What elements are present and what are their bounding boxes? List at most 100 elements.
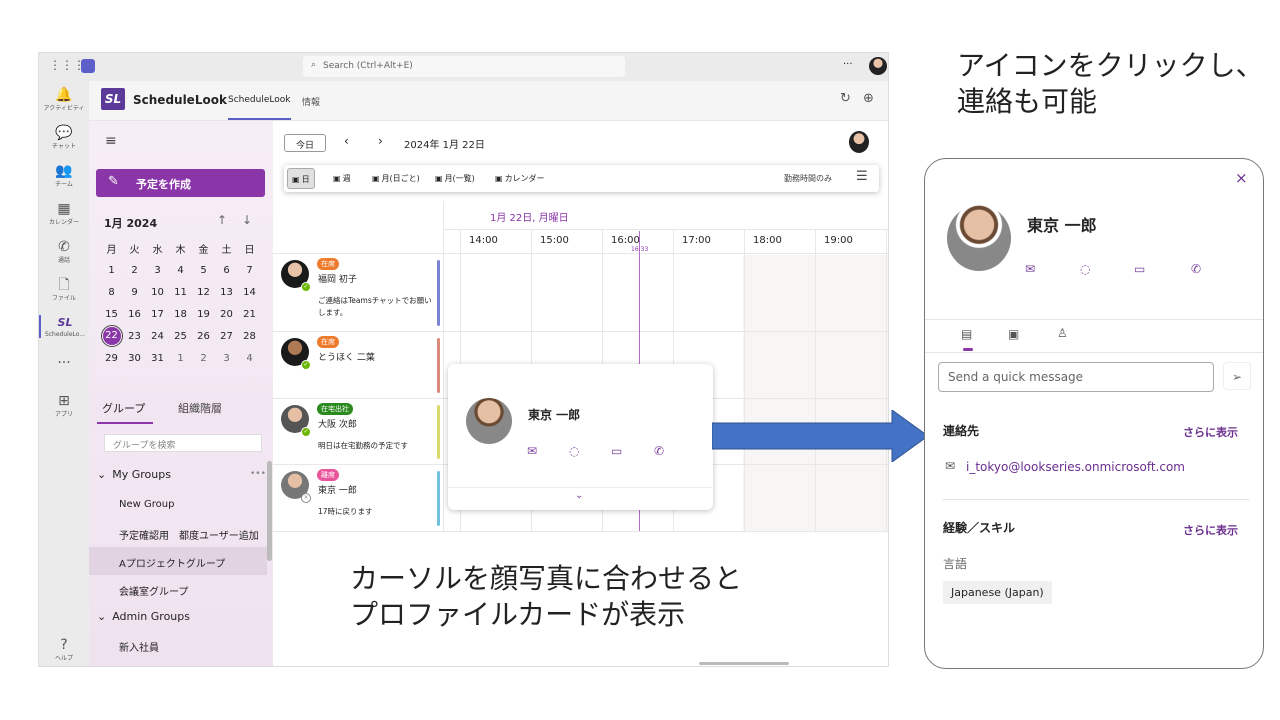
- group-item[interactable]: 新入社員: [89, 631, 267, 659]
- close-icon[interactable]: ×: [1235, 169, 1248, 187]
- calendar-day[interactable]: 3: [215, 347, 238, 369]
- globe-icon[interactable]: ⊕: [863, 91, 874, 106]
- contact-more-link[interactable]: さらに表示: [1183, 424, 1238, 440]
- calendar-day[interactable]: 31: [146, 347, 169, 369]
- view-4[interactable]: ▣ カレンダー: [491, 168, 549, 189]
- phone-icon[interactable]: ✆: [654, 444, 664, 458]
- next-icon[interactable]: ›: [378, 134, 383, 148]
- group-more-icon[interactable]: •••: [250, 469, 266, 479]
- group-search-input[interactable]: グループを検索: [104, 434, 262, 452]
- work-hours-toggle[interactable]: 勤務時間のみ: [784, 173, 832, 184]
- calendar-day[interactable]: 9: [123, 281, 146, 303]
- view-3[interactable]: ▣ 月(一覧): [431, 168, 479, 189]
- chevron-down-icon[interactable]: ⌄: [575, 490, 583, 501]
- view-2[interactable]: ▣ 月(日ごと): [368, 168, 424, 189]
- send-icon[interactable]: ➢: [1223, 362, 1251, 390]
- mail-icon[interactable]: ✉: [527, 444, 537, 458]
- arrow-down-icon[interactable]: ↓: [242, 213, 252, 227]
- calendar-day[interactable]: 10: [146, 281, 169, 303]
- user-avatar[interactable]: [849, 131, 869, 153]
- rail-item-help[interactable]: ? ヘルプ: [39, 637, 89, 662]
- tab-org[interactable]: 組織階層: [178, 400, 222, 416]
- calendar-day[interactable]: 7: [238, 259, 261, 281]
- arrow-up-icon[interactable]: ↑: [217, 213, 227, 227]
- calendar-day[interactable]: 5: [192, 259, 215, 281]
- chat-icon[interactable]: ◌: [1080, 262, 1090, 276]
- calendar-day[interactable]: 25: [169, 325, 192, 347]
- contact-tab-icon[interactable]: ▣: [1008, 327, 1019, 341]
- mail-icon[interactable]: ✉: [1025, 262, 1035, 276]
- prev-icon[interactable]: ‹: [344, 134, 349, 148]
- calendar-day[interactable]: 17: [146, 303, 169, 325]
- video-icon[interactable]: ▭: [611, 444, 622, 458]
- profile-photo[interactable]: [466, 398, 512, 444]
- tab-schedulelook[interactable]: ScheduleLook: [228, 95, 290, 105]
- user-avatar[interactable]: [869, 57, 887, 75]
- calendar-day[interactable]: 8: [100, 281, 123, 303]
- search-input[interactable]: ⌕ Search (Ctrl+Alt+E): [303, 56, 625, 77]
- rail-item[interactable]: SL ScheduleLo...: [39, 315, 89, 338]
- scrollbar[interactable]: [267, 461, 272, 561]
- calendar-day[interactable]: 2: [123, 259, 146, 281]
- rail-item[interactable]: 🔔 アクティビティ: [39, 87, 89, 112]
- calendar-day[interactable]: 18: [169, 303, 192, 325]
- calendar-day[interactable]: 4: [238, 347, 261, 369]
- skills-more-link[interactable]: さらに表示: [1183, 522, 1238, 538]
- rail-item[interactable]: 💬 チャット: [39, 125, 89, 150]
- calendar-day[interactable]: 11: [169, 281, 192, 303]
- tab-info[interactable]: 情報: [302, 95, 320, 108]
- group-header[interactable]: ⌄ My Groups: [89, 461, 267, 489]
- calendar-day[interactable]: 21: [238, 303, 261, 325]
- today-button[interactable]: 今日: [284, 134, 326, 152]
- rail-item[interactable]: 👥 チーム: [39, 163, 89, 188]
- more-icon[interactable]: ···: [843, 59, 853, 70]
- rail-item[interactable]: ···: [39, 355, 89, 371]
- overview-tab-icon[interactable]: ▤: [961, 327, 972, 341]
- view-1[interactable]: ▣ 週: [329, 168, 355, 189]
- calendar-day[interactable]: 14: [238, 281, 261, 303]
- group-header[interactable]: ⌄ Admin Groups: [89, 603, 267, 631]
- calendar-day[interactable]: 30: [123, 347, 146, 369]
- calendar-day[interactable]: 22: [100, 325, 123, 347]
- refresh-icon[interactable]: ↻: [840, 91, 851, 106]
- app-launcher-icon[interactable]: ⋮⋮⋮: [49, 58, 85, 72]
- calendar-day[interactable]: 28: [238, 325, 261, 347]
- rail-item[interactable]: ✆ 通話: [39, 239, 89, 264]
- calendar-day[interactable]: 4: [169, 259, 192, 281]
- phone-icon[interactable]: ✆: [1191, 262, 1201, 276]
- quick-message-input[interactable]: Send a quick message: [938, 362, 1214, 392]
- calendar-day[interactable]: 13: [215, 281, 238, 303]
- rail-item[interactable]: ⊞ アプリ: [39, 393, 89, 418]
- rail-item[interactable]: 🗋 ファイル: [39, 277, 89, 302]
- calendar-day[interactable]: 29: [100, 347, 123, 369]
- filter-icon[interactable]: ☰: [856, 169, 868, 184]
- calendar-day[interactable]: 24: [146, 325, 169, 347]
- calendar-day[interactable]: 6: [215, 259, 238, 281]
- calendar-day[interactable]: 12: [192, 281, 215, 303]
- calendar-day[interactable]: 20: [215, 303, 238, 325]
- rail-item[interactable]: ▦ カレンダー: [39, 201, 89, 226]
- calendar-day[interactable]: 26: [192, 325, 215, 347]
- group-item[interactable]: 会議室グループ: [89, 575, 267, 603]
- calendar-day[interactable]: 15: [100, 303, 123, 325]
- calendar-day[interactable]: 3: [146, 259, 169, 281]
- tab-groups[interactable]: グループ: [102, 400, 145, 416]
- chat-icon[interactable]: ◌: [569, 444, 579, 458]
- create-event-button[interactable]: ✎ 予定を作成: [96, 169, 265, 197]
- hamburger-icon[interactable]: ≡: [105, 133, 117, 149]
- person-tab-icon[interactable]: ♙: [1057, 326, 1068, 340]
- calendar-day[interactable]: 19: [192, 303, 215, 325]
- calendar-day[interactable]: 16: [123, 303, 146, 325]
- view-0[interactable]: ▣ 日: [287, 168, 315, 189]
- calendar-day[interactable]: 1: [169, 347, 192, 369]
- calendar-day[interactable]: 27: [215, 325, 238, 347]
- calendar-day[interactable]: 1: [100, 259, 123, 281]
- email-link[interactable]: i_tokyo@lookseries.onmicrosoft.com: [966, 460, 1185, 474]
- video-icon[interactable]: ▭: [1134, 262, 1145, 276]
- group-item[interactable]: New Group: [89, 491, 267, 519]
- group-item[interactable]: Aプロジェクトグループ: [89, 547, 267, 575]
- calendar-day[interactable]: 23: [123, 325, 146, 347]
- group-item[interactable]: 予定確認用 都度ユーザー追加: [89, 519, 267, 547]
- h-scrollbar[interactable]: [699, 662, 789, 665]
- calendar-day[interactable]: 2: [192, 347, 215, 369]
